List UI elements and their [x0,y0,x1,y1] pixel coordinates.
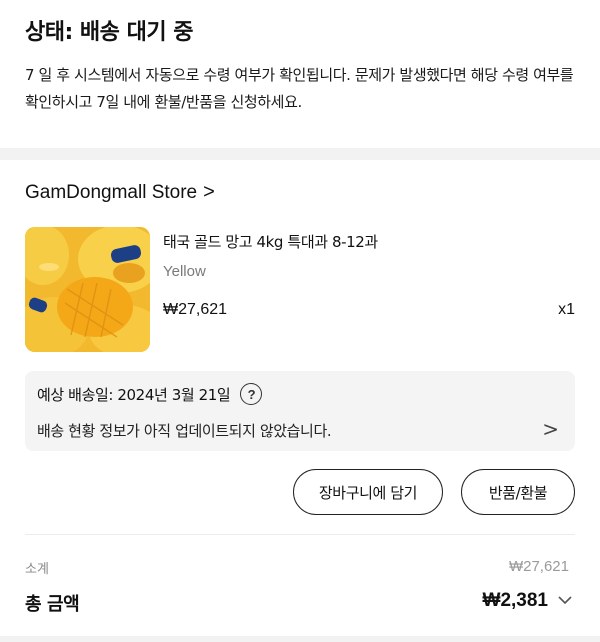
store-name: GamDongmall Store [25,181,198,203]
product-price: ₩27,621 [163,301,228,318]
order-status-section: 상태: 배송 대기 중 7 일 후 시스템에서 자동으로 수령 여부가 확인됩니… [0,0,600,148]
chevron-down-icon [558,592,572,610]
add-to-cart-button[interactable]: 장바구니에 담기 [293,469,443,515]
store-link[interactable]: GamDongmall Store > [25,181,215,204]
section-divider [0,148,600,160]
product-image[interactable] [25,227,150,352]
status-description: 7 일 후 시스템에서 자동으로 수령 여부가 확인됩니다. 문제가 발생했다면… [25,66,574,111]
total-value: ₩2,381 [482,590,548,611]
tracking-message: 배송 현황 정보가 아직 업데이트되지 않았습니다. [37,422,332,440]
total-label: 총 금액 [25,594,80,615]
estimated-delivery-date: 예상 배송일: 2024년 3월 21일 [37,385,231,404]
help-icon[interactable]: ? [240,383,263,405]
bottom-divider [0,636,600,642]
mango-icon [25,227,150,352]
product-option: Yellow [163,263,206,280]
total-amount-toggle[interactable]: ₩2,381 [483,590,572,612]
product-name[interactable]: 태국 골드 망고 4kg 특대과 8-12과 [163,231,378,252]
return-refund-button[interactable]: 반품/환불 [461,469,575,515]
product-quantity: x1 [558,301,575,318]
chevron-right-icon: > [203,181,215,203]
estimated-delivery-row: 예상 배송일: 2024년 3월 21일 ? [37,383,263,405]
chevron-right-icon: > [542,417,559,441]
subtotal-label: 소계 [25,562,49,577]
delivery-status-panel[interactable]: 예상 배송일: 2024년 3월 21일 ? 배송 현황 정보가 아직 업데이트… [25,371,575,451]
subtotal-value: ₩27,621 [508,558,569,575]
status-title: 상태: 배송 대기 중 [25,20,193,45]
summary-divider [25,534,575,535]
